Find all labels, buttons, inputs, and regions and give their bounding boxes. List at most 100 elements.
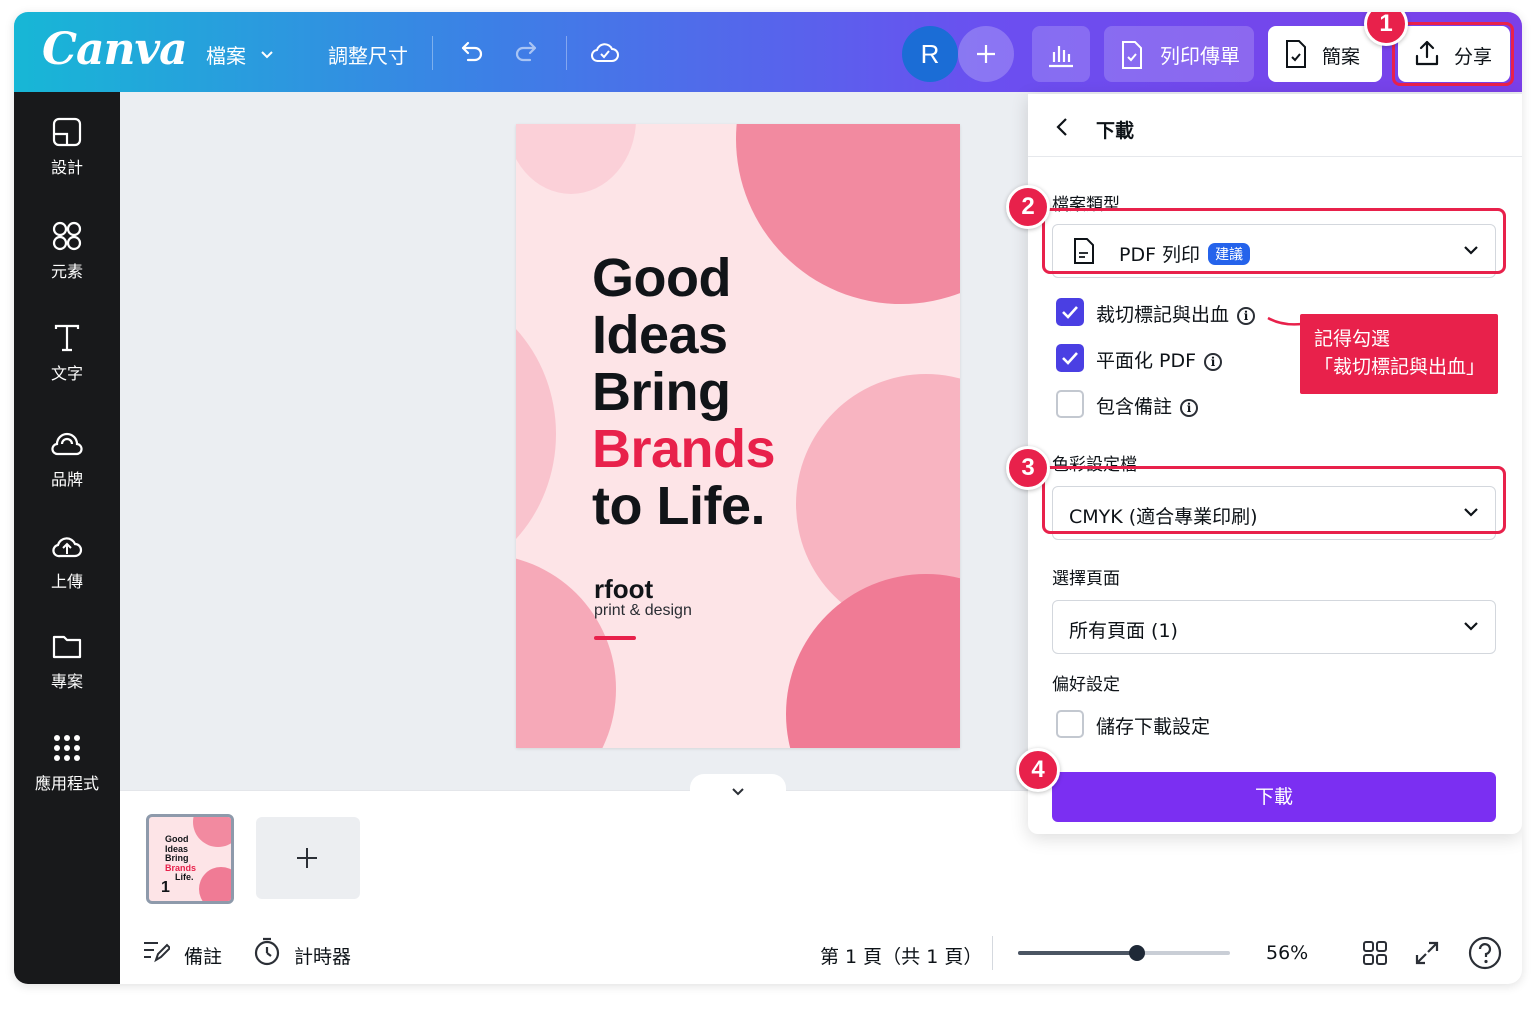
page-thumbnail[interactable]: Good Ideas Bring Brands Life. 1 <box>146 814 234 904</box>
sidebar-item-apps[interactable]: 應用程式 <box>14 732 120 822</box>
redo-icon[interactable] <box>510 36 544 70</box>
chevron-down-icon <box>732 788 744 796</box>
step-marker-3: 3 <box>1006 446 1050 490</box>
cloud-saved-icon[interactable] <box>588 36 622 70</box>
crop-marks-checkbox[interactable] <box>1056 298 1084 326</box>
file-menu[interactable]: 檔案 <box>204 38 280 72</box>
top-bar: Canva 檔案 調整尺寸 R 列印傳單 簡案 分享 <box>14 12 1522 92</box>
pages-label: 選擇頁面 <box>1052 569 1120 589</box>
chevron-down-icon <box>261 51 273 59</box>
undo-icon[interactable] <box>454 36 488 70</box>
doc-icon <box>1286 40 1306 68</box>
brand-icon <box>51 432 83 456</box>
invite-button[interactable] <box>958 26 1014 82</box>
thumbnail-text: Good Ideas Bring Brands Life. <box>165 834 196 883</box>
sidebar-item-label: 設計 <box>50 158 83 177</box>
include-notes-label: 包含備註 i <box>1096 392 1199 419</box>
callout-note: 記得勾選 「裁切標記與出血」 <box>1300 314 1498 394</box>
sidebar-item-label: 上傳 <box>50 572 83 591</box>
headline-line: Bring <box>592 362 731 422</box>
info-icon[interactable]: i <box>1180 399 1199 417</box>
poster-brand-name[interactable]: rfoot <box>594 574 653 605</box>
folder-icon <box>52 635 82 659</box>
page-number: 1 <box>161 879 170 896</box>
notes-button[interactable]: 備註 <box>184 942 222 969</box>
upload-icon <box>52 537 83 558</box>
pages-value: 所有頁面 (1) <box>1069 620 1178 642</box>
file-type-highlight <box>1042 208 1506 274</box>
decor-shape <box>193 817 231 847</box>
step-marker-2: 2 <box>1006 185 1050 229</box>
headline-line: to Life. <box>592 476 765 536</box>
poster-brand-tagline[interactable]: print & design <box>594 602 692 620</box>
info-icon[interactable]: i <box>1237 307 1256 325</box>
info-icon[interactable]: i <box>1204 353 1223 371</box>
callout-line: 記得勾選 <box>1314 328 1391 350</box>
design-canvas[interactable]: Good Ideas Bring Brands to Life. rfoot p… <box>516 124 960 748</box>
sidebar-item-projects[interactable]: 專案 <box>14 630 120 720</box>
sidebar-item-upload[interactable]: 上傳 <box>14 530 120 620</box>
divider <box>566 36 567 70</box>
headline-line: Ideas <box>592 305 728 365</box>
decor-shape <box>199 867 231 901</box>
share-highlight <box>1392 22 1514 86</box>
help-icon[interactable] <box>1468 936 1502 970</box>
resize-button[interactable]: 調整尺寸 <box>328 40 408 69</box>
check-icon <box>1062 306 1078 319</box>
print-flyer-button[interactable]: 列印傳單 <box>1104 26 1254 82</box>
decor-shape <box>516 124 636 194</box>
check-icon <box>1062 352 1078 365</box>
zoom-slider-handle[interactable] <box>1129 945 1145 961</box>
elements-icon <box>52 221 82 251</box>
sidebar-item-label: 應用程式 <box>34 774 99 793</box>
option-label: 平面化 PDF <box>1096 350 1197 372</box>
save-settings-checkbox[interactable] <box>1056 710 1084 738</box>
sidebar-item-label: 文字 <box>50 364 83 383</box>
sidebar-item-text[interactable]: 文字 <box>14 322 120 412</box>
sidebar-item-elements[interactable]: 元素 <box>14 220 120 310</box>
canva-logo[interactable]: Canva <box>42 24 188 75</box>
step-marker-4: 4 <box>1016 748 1060 792</box>
back-arrow-icon[interactable] <box>1054 116 1070 138</box>
app-window: Canva 檔案 調整尺寸 R 列印傳單 簡案 分享 設計 元素 文字 品牌 上… <box>14 12 1522 984</box>
notes-icon[interactable] <box>142 938 170 964</box>
option-label: 裁切標記與出血 <box>1096 304 1230 326</box>
headline-line: Good <box>592 248 731 308</box>
plus-icon <box>297 848 317 868</box>
flatten-pdf-label: 平面化 PDF i <box>1096 346 1223 373</box>
zoom-level[interactable]: 56% <box>1266 942 1308 964</box>
zoom-slider[interactable] <box>1018 945 1230 961</box>
download-button[interactable]: 下載 <box>1052 772 1496 822</box>
zoom-slider-fill <box>1018 951 1137 955</box>
divider <box>432 36 433 70</box>
sidebar-item-label: 元素 <box>50 262 83 281</box>
grid-view-icon[interactable] <box>1362 940 1388 966</box>
plus-icon <box>977 45 995 63</box>
pages-select[interactable]: 所有頁面 (1) <box>1052 600 1496 654</box>
sidebar-item-label: 專案 <box>50 672 83 691</box>
save-settings-label: 儲存下載設定 <box>1096 716 1211 738</box>
accent-line <box>594 636 636 640</box>
sidebar-item-brand[interactable]: 品牌 <box>14 428 120 518</box>
collapse-pages-button[interactable] <box>690 774 786 804</box>
flatten-pdf-checkbox[interactable] <box>1056 344 1084 372</box>
fullscreen-icon[interactable] <box>1414 940 1440 966</box>
timer-icon[interactable] <box>252 936 282 966</box>
user-avatar[interactable]: R <box>902 26 958 82</box>
insights-button[interactable] <box>1032 26 1090 82</box>
timer-button[interactable]: 計時器 <box>294 942 351 969</box>
apps-icon <box>54 735 80 761</box>
download-panel-title: 下載 <box>1096 120 1135 142</box>
design-icon <box>52 117 82 147</box>
add-page-button[interactable] <box>256 817 360 899</box>
bar-chart-icon <box>1049 46 1073 68</box>
file-menu-label: 檔案 <box>206 44 246 68</box>
option-label: 包含備註 <box>1096 396 1173 418</box>
present-button[interactable]: 簡案 <box>1268 26 1382 82</box>
divider <box>992 936 993 970</box>
decor-shape <box>516 284 556 584</box>
sidebar-item-design[interactable]: 設計 <box>14 116 120 206</box>
poster-headline[interactable]: Good Ideas Bring Brands to Life. <box>592 248 776 536</box>
include-notes-checkbox[interactable] <box>1056 390 1084 418</box>
download-panel: 下載 檔案類型 PDF 列印 建議 裁切標記與出血 i 平面化 PDF i 包含備註 i… <box>1028 94 1522 834</box>
